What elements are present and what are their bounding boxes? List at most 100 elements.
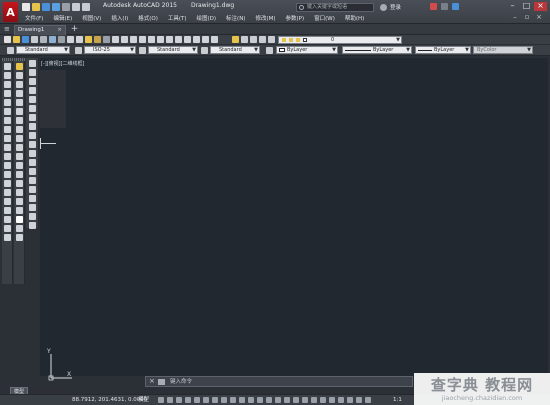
- text-icon[interactable]: [16, 216, 23, 223]
- grid-icon[interactable]: [158, 397, 164, 403]
- mtext-icon[interactable]: [4, 225, 11, 232]
- spline-icon[interactable]: [4, 135, 11, 142]
- multileader-style-icon[interactable]: [201, 47, 208, 54]
- trim-icon[interactable]: [16, 144, 23, 151]
- maximize-button[interactable]: □: [520, 2, 533, 11]
- dynamic-ucs-icon[interactable]: [275, 397, 281, 403]
- help-icon[interactable]: [452, 3, 459, 10]
- sheet-set-icon[interactable]: [193, 36, 200, 43]
- extrude-icon[interactable]: [29, 213, 36, 220]
- tab-drawing1[interactable]: Drawing1 ×: [14, 25, 66, 35]
- drawing-area[interactable]: [40, 58, 548, 376]
- selection-cycling-icon[interactable]: [257, 397, 263, 403]
- open-icon[interactable]: [32, 3, 40, 11]
- application-menu-button[interactable]: A: [3, 2, 18, 22]
- login-button[interactable]: 登录: [380, 3, 401, 11]
- doc-restore-button[interactable]: ▫: [522, 14, 532, 22]
- rectangle-icon[interactable]: [4, 99, 11, 106]
- group-edit-icon[interactable]: [29, 141, 36, 148]
- scale-icon[interactable]: [16, 126, 23, 133]
- polyline-icon[interactable]: [4, 81, 11, 88]
- orbit-icon[interactable]: [29, 168, 36, 175]
- fillet-icon[interactable]: [16, 189, 23, 196]
- new-icon[interactable]: [22, 3, 30, 11]
- workspace-icon[interactable]: [329, 397, 335, 403]
- model-space-toggle[interactable]: 模型: [138, 396, 149, 405]
- construction-line-icon[interactable]: [4, 72, 11, 79]
- layer-properties-icon[interactable]: [232, 36, 239, 43]
- menu-format[interactable]: 格式(O): [133, 13, 163, 23]
- cut-icon[interactable]: [67, 36, 74, 43]
- copy-object-icon[interactable]: [16, 72, 23, 79]
- command-input[interactable]: 键入命令: [170, 378, 192, 386]
- color-dropdown[interactable]: ByLayer ▼: [276, 46, 338, 54]
- matchprop-icon[interactable]: [94, 36, 101, 43]
- menu-window[interactable]: 窗口(W): [309, 13, 340, 23]
- ellipse-icon[interactable]: [4, 144, 11, 151]
- menu-dimension[interactable]: 标注(N): [221, 13, 250, 23]
- leader-icon[interactable]: [16, 234, 23, 241]
- annotation-scale-value[interactable]: 1:1: [393, 396, 402, 405]
- insert-block-icon[interactable]: [4, 162, 11, 169]
- zoom-previous-icon[interactable]: [157, 36, 164, 43]
- gizmo-icon[interactable]: [293, 397, 299, 403]
- auto-scale-icon[interactable]: [311, 397, 317, 403]
- menu-edit[interactable]: 编辑(E): [48, 13, 77, 23]
- layer-make-current-icon[interactable]: [268, 36, 275, 43]
- zoom-realtime-icon[interactable]: [139, 36, 146, 43]
- extend-icon[interactable]: [16, 153, 23, 160]
- mirror-icon[interactable]: [16, 81, 23, 88]
- object-snap-icon[interactable]: [230, 397, 236, 403]
- save-file-icon[interactable]: [22, 36, 29, 43]
- tab-menu-icon[interactable]: ≡: [4, 26, 11, 33]
- transparency-icon[interactable]: [248, 397, 254, 403]
- preview-icon[interactable]: [40, 36, 47, 43]
- annotation-visibility-icon[interactable]: [302, 397, 308, 403]
- qnew-icon[interactable]: [4, 36, 11, 43]
- group-select-icon[interactable]: [29, 150, 36, 157]
- lineweight-dropdown[interactable]: ByLayer ▼: [415, 46, 471, 54]
- erase-icon[interactable]: [16, 63, 23, 70]
- minimize-button[interactable]: –: [506, 2, 519, 11]
- new-tab-button[interactable]: +: [70, 25, 79, 34]
- ungroup-icon[interactable]: [29, 132, 36, 139]
- quickcalc-icon[interactable]: [211, 36, 218, 43]
- redo-icon[interactable]: [82, 3, 90, 11]
- menu-file[interactable]: 文件(F): [20, 13, 48, 23]
- gradient-icon[interactable]: [4, 198, 11, 205]
- blend-icon[interactable]: [16, 198, 23, 205]
- tool-palettes-icon[interactable]: [184, 36, 191, 43]
- menu-insert[interactable]: 插入(I): [106, 13, 133, 23]
- group-icon[interactable]: [29, 123, 36, 130]
- revolve-icon[interactable]: [29, 222, 36, 229]
- dim-style-dropdown[interactable]: ISO-25 ▼: [84, 46, 136, 54]
- layer-dropdown[interactable]: 0 ▼: [278, 36, 402, 44]
- dynamic-input-icon[interactable]: [185, 397, 191, 403]
- multileader-style-dropdown[interactable]: Standard ▼: [210, 46, 260, 54]
- menu-draw[interactable]: 绘图(D): [192, 13, 222, 23]
- add-selected-icon[interactable]: [4, 234, 11, 241]
- color-control-icon[interactable]: [266, 47, 273, 54]
- text-style-dropdown[interactable]: Standard ▼: [16, 46, 70, 54]
- object-snap-tracking-icon[interactable]: [221, 397, 227, 403]
- publish-icon[interactable]: [49, 36, 56, 43]
- ortho-icon[interactable]: [194, 397, 200, 403]
- plot-style-dropdown[interactable]: ByColor ▼: [473, 46, 533, 54]
- undo-toolbar-icon[interactable]: [112, 36, 119, 43]
- coordinate-readout[interactable]: 88.7912, 201.4631, 0.0000: [72, 396, 147, 405]
- hatch-back-icon[interactable]: [29, 114, 36, 121]
- ellipse-arc-icon[interactable]: [4, 153, 11, 160]
- layer-icon[interactable]: [259, 36, 266, 43]
- annotation-scale-icon[interactable]: [320, 397, 326, 403]
- search-input[interactable]: 键入关键字或短语: [296, 3, 374, 12]
- hatch-icon[interactable]: [4, 189, 11, 196]
- selection-filter-icon[interactable]: [284, 397, 290, 403]
- layer-previous-icon[interactable]: [241, 36, 248, 43]
- isodraft-icon[interactable]: [212, 397, 218, 403]
- saveas-icon[interactable]: [52, 3, 60, 11]
- menu-help[interactable]: 帮助(H): [340, 13, 369, 23]
- array-icon[interactable]: [16, 99, 23, 106]
- polar-icon[interactable]: [203, 397, 209, 403]
- exchange-icon[interactable]: [430, 3, 437, 10]
- arc-icon[interactable]: [4, 108, 11, 115]
